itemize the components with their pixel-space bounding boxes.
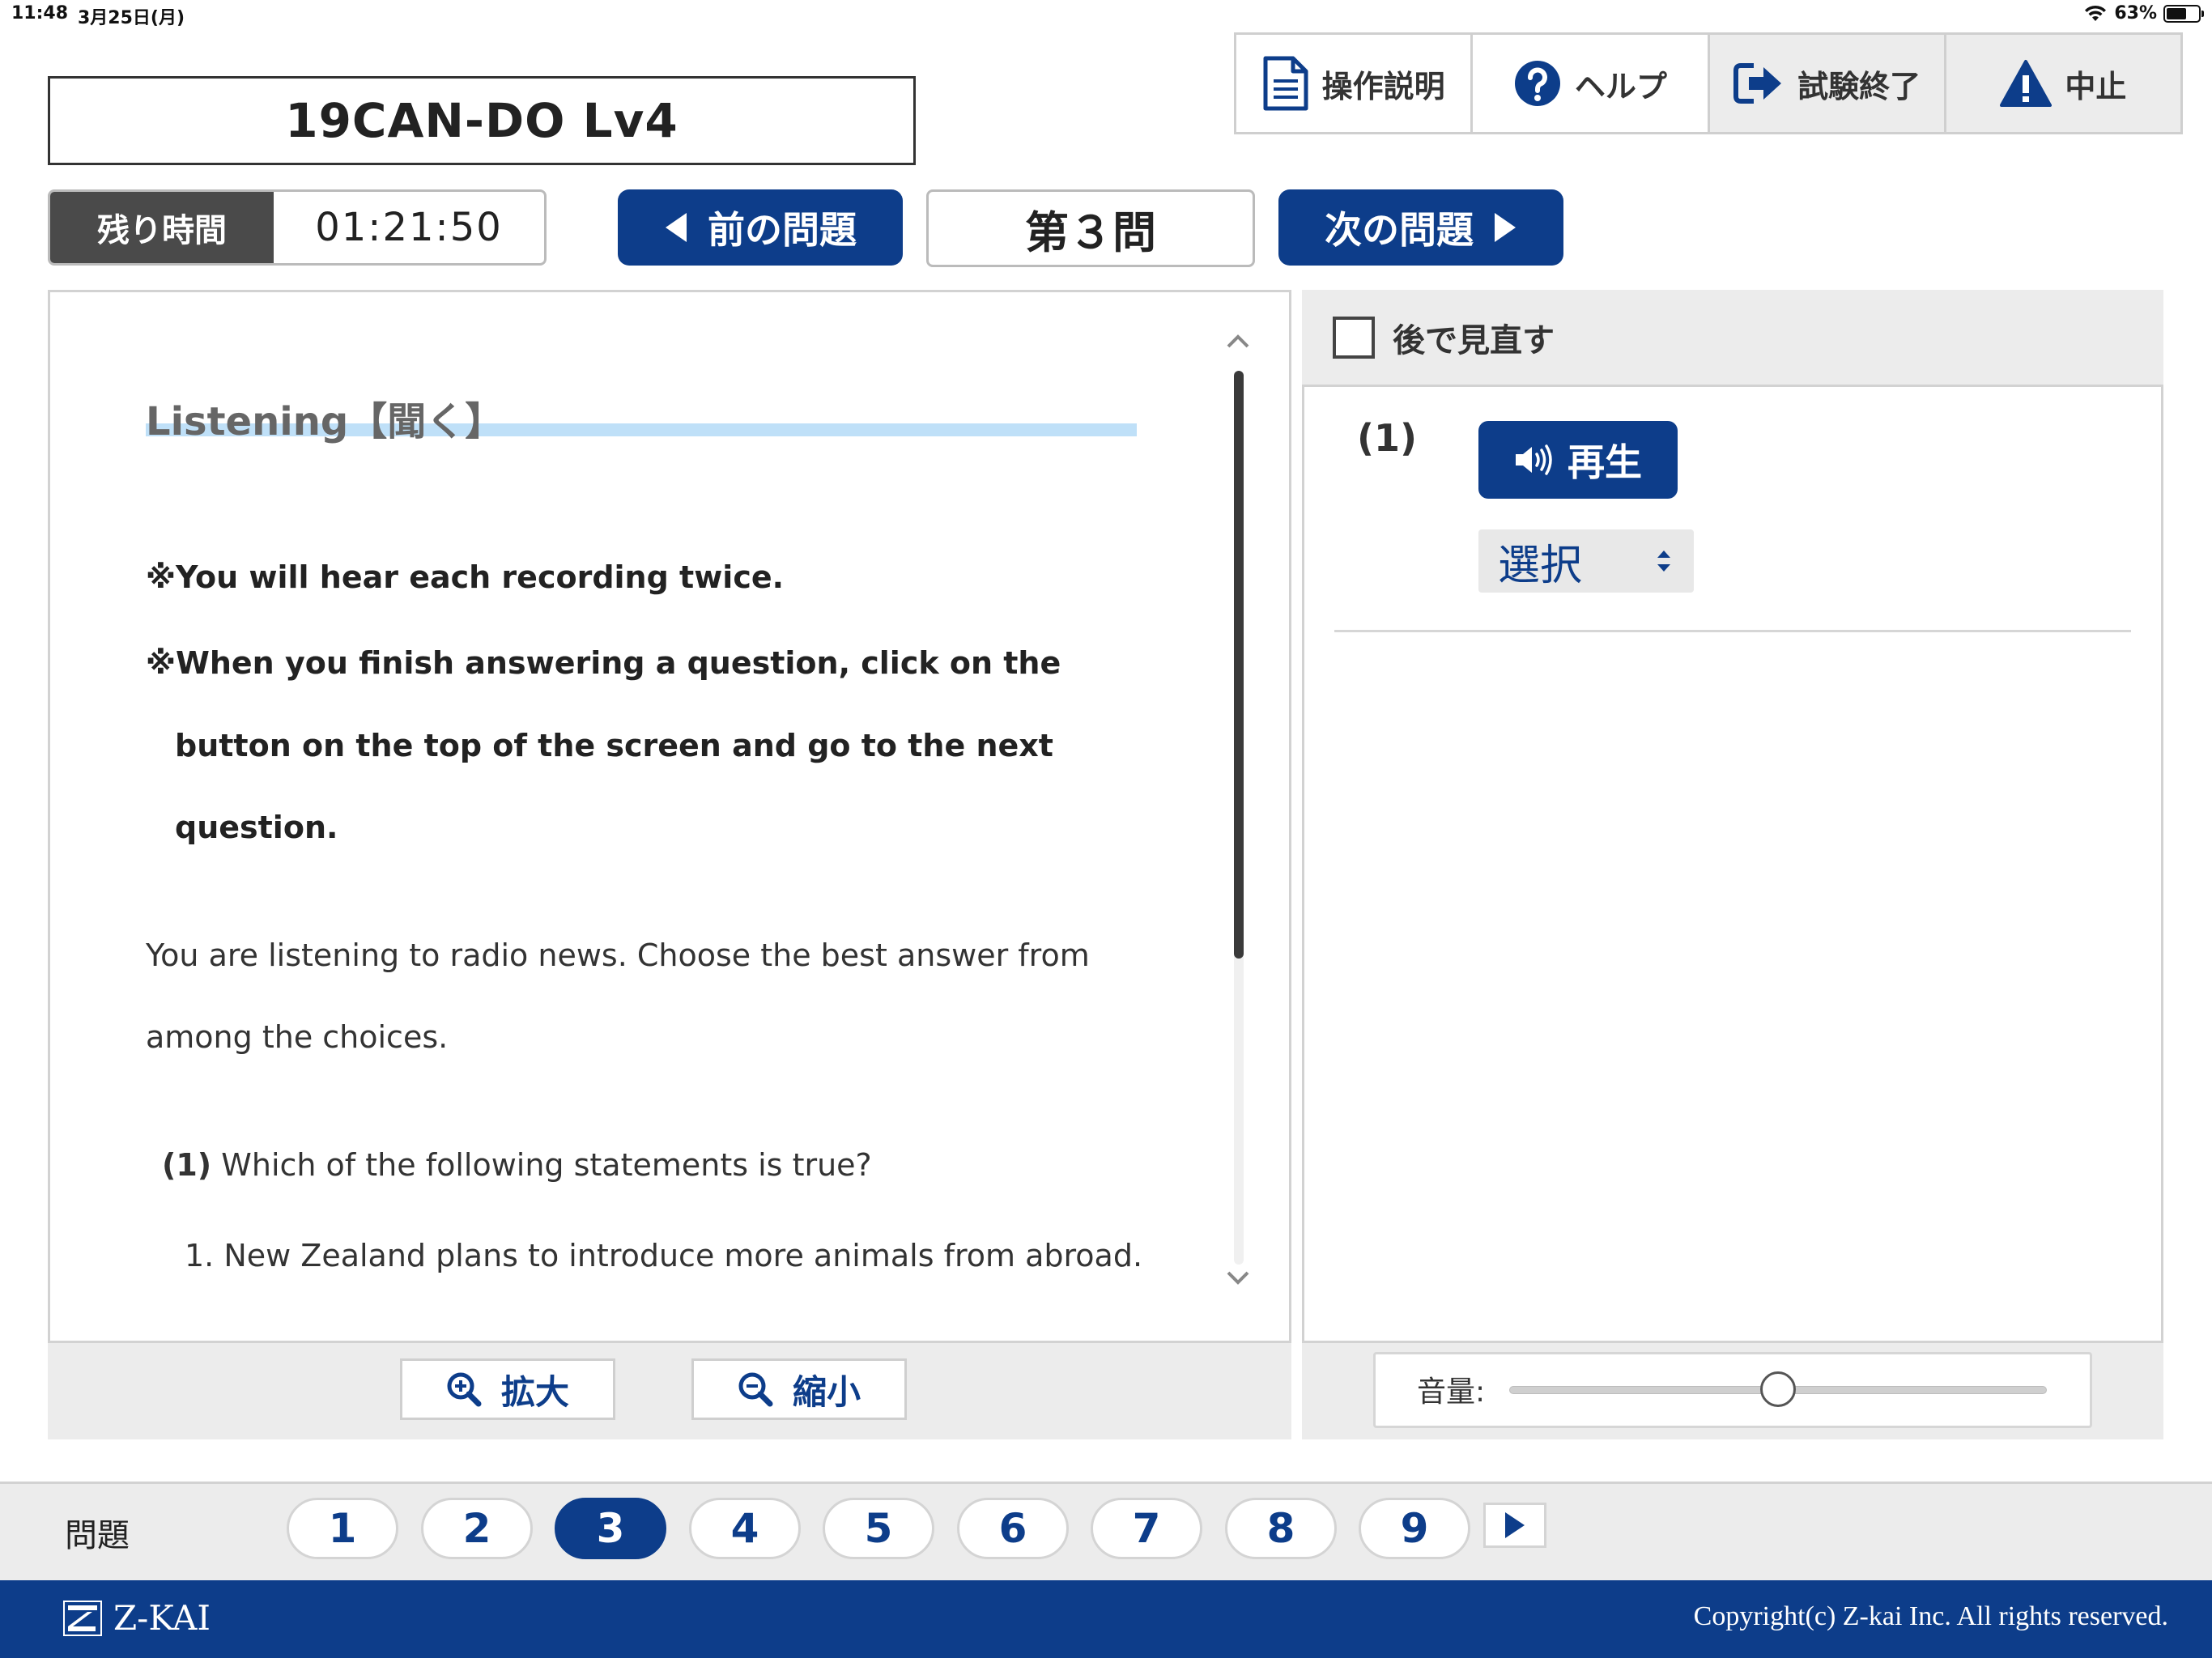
question-1: (1) Which of the following statements is… <box>146 1142 1231 1188</box>
wifi-icon <box>2085 5 2107 21</box>
triangle-left-icon <box>666 213 687 242</box>
play-audio-label: 再生 <box>1568 440 1642 484</box>
question-1-text: Which of the following statements is tru… <box>221 1147 872 1183</box>
zkai-logo-text: Z-KAI <box>113 1598 211 1638</box>
manual-label: 操作説明 <box>1321 68 1445 104</box>
question-navigator-next-button[interactable] <box>1483 1503 1546 1548</box>
zoom-in-icon <box>447 1372 482 1407</box>
question-content: Listening【聞く】 ※You will hear each record… <box>146 389 1231 1278</box>
question-panel: Listening【聞く】 ※You will hear each record… <box>48 290 1291 1439</box>
question-number-button-4[interactable]: 4 <box>689 1498 801 1559</box>
scroll-up-arrow[interactable] <box>1225 332 1251 350</box>
zkai-logo: Z-KAI <box>63 1598 211 1638</box>
answer-select-value: 選択 <box>1498 541 1583 590</box>
copyright-text: Copyright(c) Z-kai Inc. All rights reser… <box>1693 1601 2168 1631</box>
instruction-2-line-2: button on the top of the screen and go t… <box>175 728 1053 763</box>
status-time: 11:48 <box>11 3 69 23</box>
remaining-time-value: 01:21:50 <box>315 205 503 250</box>
question-number-button-6[interactable]: 6 <box>957 1498 1069 1559</box>
review-later-checkbox[interactable] <box>1333 316 1375 359</box>
answer-panel <box>1302 290 2163 1439</box>
question-number-button-9[interactable]: 9 <box>1359 1498 1470 1559</box>
answer-question-label: (1) <box>1357 416 1418 460</box>
finish-exam-label: 試験終了 <box>1797 68 1921 104</box>
review-later-bar: 後で見直す <box>1302 290 2163 387</box>
question-number-button-8[interactable]: 8 <box>1225 1498 1337 1559</box>
status-indicators: 63% <box>2083 3 2204 23</box>
exit-icon <box>1733 63 1782 104</box>
triangle-right-icon <box>1495 213 1516 242</box>
question-number-button-1[interactable]: 1 <box>287 1498 398 1559</box>
prev-question-button[interactable]: 前の問題 <box>618 189 903 266</box>
abort-label: 中止 <box>2065 68 2127 104</box>
remaining-time: 残り時間 01:21:50 <box>48 189 547 266</box>
zkai-logo-mark <box>63 1600 102 1636</box>
abort-button[interactable]: 中止 <box>1946 35 2180 132</box>
question-number-button-3[interactable]: 3 <box>555 1498 666 1559</box>
review-later-label[interactable]: 後で見直す <box>1393 314 1555 361</box>
instruction-2-line-3: question. <box>175 810 338 845</box>
scrollbar-thumb[interactable] <box>1234 371 1244 959</box>
section-title-text: Listening【聞く】 <box>146 399 504 444</box>
question-circle-icon <box>1514 61 1560 106</box>
help-label: ヘルプ <box>1574 68 1667 104</box>
instruction-2-line-1: ※When you finish answering a question, c… <box>146 645 1061 681</box>
zoom-in-label: 拡大 <box>500 1371 569 1412</box>
zoom-in-button[interactable]: 拡大 <box>400 1358 615 1420</box>
speaker-icon <box>1516 444 1552 475</box>
zoom-out-icon <box>738 1372 773 1407</box>
zoom-out-button[interactable]: 縮小 <box>691 1358 907 1420</box>
scroll-down-arrow[interactable] <box>1225 1269 1251 1287</box>
next-question-button[interactable]: 次の問題 <box>1278 189 1563 266</box>
zoom-bar <box>48 1341 1291 1439</box>
section-title: Listening【聞く】 <box>146 389 1137 448</box>
warning-icon <box>2000 60 2052 107</box>
exam-title: 19CAN-DO Lv4 <box>48 76 916 165</box>
current-question-number: 第３問 <box>926 189 1255 267</box>
question-number-button-7[interactable]: 7 <box>1091 1498 1202 1559</box>
question-1-number: (1) <box>162 1147 212 1183</box>
instruction-1: ※You will hear each recording twice. <box>146 559 785 595</box>
question-navigator-label: 問題 <box>65 1517 130 1554</box>
status-date: 3月25日(月) <box>78 8 185 28</box>
zoom-out-label: 縮小 <box>792 1371 861 1412</box>
next-question-label: 次の問題 <box>1325 208 1474 252</box>
choice-1: 1. New Zealand plans to introduce more a… <box>185 1238 1143 1273</box>
toolbar: 操作説明 ヘルプ 試験終了 中止 <box>1234 32 2183 134</box>
document-icon <box>1263 56 1308 111</box>
play-audio-button[interactable]: 再生 <box>1478 421 1678 499</box>
answer-divider <box>1334 630 2131 632</box>
intro-line-2: among the choices. <box>146 1019 449 1055</box>
battery-percent: 63% <box>2114 3 2157 23</box>
finish-exam-button[interactable]: 試験終了 <box>1709 35 1946 132</box>
volume-label: 音量: <box>1417 1375 1486 1409</box>
answer-select[interactable]: 選択 <box>1478 529 1694 593</box>
battery-icon <box>2163 4 2204 23</box>
question-number-button-5[interactable]: 5 <box>823 1498 934 1559</box>
prev-question-label: 前の問題 <box>708 208 857 252</box>
select-updown-icon <box>1657 551 1670 572</box>
intro-line-1: You are listening to radio news. Choose … <box>146 937 1090 973</box>
question-number-button-2[interactable]: 2 <box>421 1498 533 1559</box>
help-button[interactable]: ヘルプ <box>1473 35 1710 132</box>
volume-slider-knob[interactable] <box>1760 1371 1796 1407</box>
manual-button[interactable]: 操作説明 <box>1236 35 1474 132</box>
triangle-right-icon <box>1505 1512 1525 1538</box>
remaining-time-label: 残り時間 <box>50 192 274 263</box>
